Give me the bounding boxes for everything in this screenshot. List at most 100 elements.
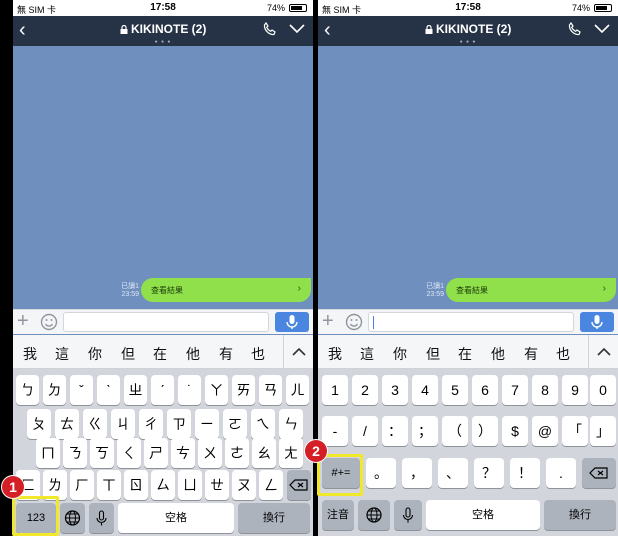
key[interactable]: 」 (590, 416, 616, 446)
key[interactable]: ㄉ (43, 375, 66, 405)
candidate-word[interactable]: 你 (83, 344, 107, 364)
key[interactable]: ㄗ (167, 409, 191, 439)
key[interactable]: ㄛ (223, 409, 247, 439)
return-key[interactable]: 換行 (544, 500, 616, 530)
key[interactable]: ˋ (97, 375, 120, 405)
emoji-icon[interactable] (345, 313, 363, 331)
plus-icon[interactable]: + (322, 310, 334, 332)
key[interactable]: ㄕ (144, 438, 168, 468)
call-icon[interactable] (568, 22, 582, 36)
key[interactable]: ㄊ (55, 409, 79, 439)
candidate-word[interactable]: 但 (116, 344, 140, 364)
candidate-word[interactable]: 在 (453, 344, 477, 364)
key[interactable]: ！ (510, 458, 540, 488)
message-input[interactable] (63, 312, 269, 332)
candidate-word[interactable]: 我 (18, 344, 42, 364)
key[interactable]: ㄔ (139, 409, 163, 439)
globe-key[interactable] (60, 503, 85, 533)
key[interactable]: ㄓ (124, 375, 147, 405)
key[interactable]: @ (532, 416, 558, 446)
globe-key[interactable] (358, 500, 390, 530)
key[interactable]: 7 (502, 375, 528, 405)
key[interactable]: ㄍ (83, 409, 107, 439)
emoji-icon[interactable] (40, 313, 58, 331)
key[interactable]: ； (412, 416, 438, 446)
key[interactable]: ㄏ (70, 470, 94, 500)
key[interactable]: ㄙ (151, 470, 175, 500)
delete-key[interactable] (582, 458, 616, 488)
key[interactable]: ㄠ (252, 438, 276, 468)
key[interactable]: ㄇ (36, 438, 60, 468)
key[interactable]: ㄤ (279, 438, 303, 468)
key[interactable]: ） (472, 416, 498, 446)
key[interactable]: ㄅ (16, 375, 39, 405)
key[interactable]: ㄒ (97, 470, 121, 500)
candidate-word[interactable]: 這 (50, 344, 74, 364)
zhuyin-key[interactable]: 注音 (322, 500, 354, 530)
voice-input-button[interactable] (580, 312, 614, 332)
key[interactable]: ㄋ (63, 438, 87, 468)
key[interactable]: ㄖ (124, 470, 148, 500)
key[interactable]: ˙ (178, 375, 201, 405)
key[interactable]: $ (502, 416, 528, 446)
expand-candidates-button[interactable] (588, 335, 618, 369)
message-input[interactable] (368, 312, 574, 332)
key[interactable]: / (352, 416, 378, 446)
key[interactable]: ㄎ (90, 438, 114, 468)
candidate-word[interactable]: 也 (551, 344, 575, 364)
key[interactable]: ㄨ (198, 438, 222, 468)
key[interactable]: 6 (472, 375, 498, 405)
key[interactable]: 9 (562, 375, 588, 405)
key[interactable]: （ (442, 416, 468, 446)
key[interactable]: ㄟ (251, 409, 275, 439)
key[interactable]: 8 (532, 375, 558, 405)
key[interactable]: ㄜ (225, 438, 249, 468)
message-bubble[interactable]: 查看結果 › (446, 278, 616, 302)
key[interactable]: ㄆ (27, 409, 51, 439)
key[interactable]: ㄝ (205, 470, 229, 500)
message-bubble[interactable]: 查看結果 › (141, 278, 311, 302)
key[interactable]: 2 (352, 375, 378, 405)
key[interactable]: ： (382, 416, 408, 446)
candidate-word[interactable]: 有 (519, 344, 543, 364)
voice-input-button[interactable] (275, 312, 309, 332)
key[interactable]: - (322, 416, 348, 446)
key[interactable]: ㄚ (205, 375, 228, 405)
plus-icon[interactable]: + (17, 310, 29, 332)
key[interactable]: 5 (442, 375, 468, 405)
key[interactable]: ㄑ (117, 438, 141, 468)
chevron-down-icon[interactable] (289, 24, 305, 34)
key[interactable]: ㄘ (171, 438, 195, 468)
key[interactable]: ㄧ (195, 409, 219, 439)
space-key[interactable]: 空格 (118, 503, 234, 533)
key[interactable]: 。 (366, 458, 396, 488)
chevron-down-icon[interactable] (594, 24, 610, 34)
dictation-key[interactable] (394, 500, 422, 530)
key[interactable]: ， (402, 458, 432, 488)
candidate-word[interactable]: 你 (388, 344, 412, 364)
candidate-word[interactable]: 有 (214, 344, 238, 364)
key[interactable]: 3 (382, 375, 408, 405)
key[interactable]: ㄞ (232, 375, 255, 405)
candidate-word[interactable]: 他 (486, 344, 510, 364)
key[interactable]: ㄢ (259, 375, 282, 405)
delete-key[interactable] (287, 470, 311, 500)
key[interactable]: ㄡ (232, 470, 256, 500)
expand-candidates-button[interactable] (283, 335, 313, 369)
key[interactable]: ㄐ (111, 409, 135, 439)
key[interactable]: ㄦ (286, 375, 309, 405)
key[interactable]: 、 (438, 458, 468, 488)
key[interactable]: 1 (322, 375, 348, 405)
key[interactable]: 「 (562, 416, 588, 446)
key[interactable]: ㄩ (178, 470, 202, 500)
candidate-word[interactable]: 我 (323, 344, 347, 364)
key[interactable]: 4 (412, 375, 438, 405)
space-key[interactable]: 空格 (426, 500, 540, 530)
key[interactable]: ㄣ (279, 409, 303, 439)
key[interactable]: ˊ (151, 375, 174, 405)
candidate-word[interactable]: 但 (421, 344, 445, 364)
key[interactable]: . (546, 458, 576, 488)
key[interactable]: ㄥ (259, 470, 283, 500)
candidate-word[interactable]: 這 (355, 344, 379, 364)
call-icon[interactable] (263, 22, 277, 36)
